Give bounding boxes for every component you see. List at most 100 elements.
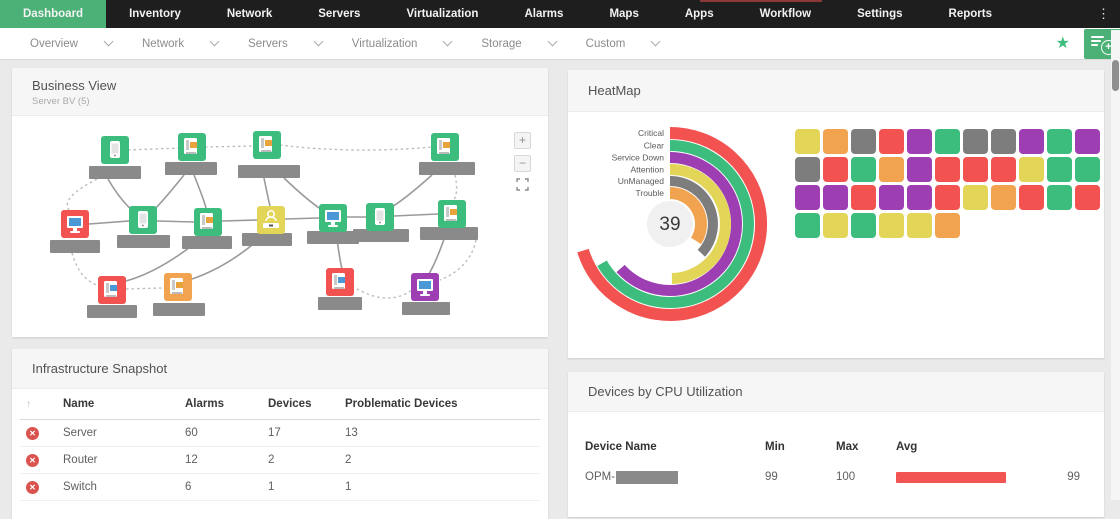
column-header[interactable]: Devices bbox=[268, 398, 345, 410]
chevron-down-icon[interactable] bbox=[547, 37, 557, 47]
subnav-item-network[interactable]: Network bbox=[142, 38, 218, 50]
heatmap-cell-green[interactable] bbox=[1047, 185, 1072, 210]
topology-node-monitor[interactable] bbox=[61, 210, 89, 238]
topology-node-server[interactable] bbox=[98, 276, 126, 304]
heatmap-cell-yellow[interactable] bbox=[879, 213, 904, 238]
page-scrollbar[interactable] bbox=[1111, 30, 1120, 500]
heatmap-cell-green[interactable] bbox=[1075, 157, 1100, 182]
heatmap-cell-red[interactable] bbox=[935, 157, 960, 182]
heatmap-cell-gray[interactable] bbox=[795, 157, 820, 182]
topnav-item-apps[interactable]: Apps bbox=[662, 0, 737, 28]
topology-map[interactable]: + − bbox=[12, 116, 548, 339]
heatmap-cell-red[interactable] bbox=[963, 157, 988, 182]
heatmap-cell-green[interactable] bbox=[1047, 157, 1072, 182]
heatmap-cell-purple[interactable] bbox=[1075, 129, 1100, 154]
heatmap-cell-green[interactable] bbox=[795, 213, 820, 238]
heatmap-cell-red[interactable] bbox=[851, 185, 876, 210]
topnav-item-settings[interactable]: Settings bbox=[834, 0, 925, 28]
chevron-down-icon[interactable] bbox=[103, 37, 113, 47]
topology-node-person[interactable] bbox=[257, 206, 285, 234]
scrollbar-thumb[interactable] bbox=[1112, 60, 1119, 91]
heatmap-cell-yellow[interactable] bbox=[907, 213, 932, 238]
overflow-menu-icon[interactable]: ⋮ bbox=[1087, 0, 1120, 28]
column-header[interactable]: Device Name bbox=[568, 441, 765, 453]
topnav-item-alarms[interactable]: Alarms bbox=[501, 0, 586, 28]
heatmap-cell-red[interactable] bbox=[879, 129, 904, 154]
topnav-item-dashboard[interactable]: Dashboard bbox=[0, 0, 106, 28]
heatmap-cell-orange[interactable] bbox=[991, 185, 1016, 210]
topology-node-monitor[interactable] bbox=[319, 204, 347, 232]
column-header[interactable]: Min bbox=[765, 441, 836, 453]
topnav-item-servers[interactable]: Servers bbox=[295, 0, 383, 28]
zoom-out-button[interactable]: − bbox=[514, 155, 531, 172]
heatmap-cell-gray[interactable] bbox=[963, 129, 988, 154]
topology-node-server[interactable] bbox=[253, 131, 281, 159]
subnav-item-virtualization[interactable]: Virtualization bbox=[352, 38, 452, 50]
heatmap-cell-gray[interactable] bbox=[991, 129, 1016, 154]
chevron-down-icon[interactable] bbox=[313, 37, 323, 47]
subnav-item-servers[interactable]: Servers bbox=[248, 38, 322, 50]
heatmap-cell-yellow[interactable] bbox=[1019, 157, 1044, 182]
chevron-down-icon[interactable] bbox=[210, 37, 220, 47]
topology-node-phone[interactable] bbox=[129, 206, 157, 234]
topnav-item-maps[interactable]: Maps bbox=[586, 0, 661, 28]
topology-node-server[interactable] bbox=[178, 133, 206, 161]
heatmap-cell-red[interactable] bbox=[823, 157, 848, 182]
column-header[interactable]: Problematic Devices bbox=[345, 398, 540, 410]
topnav-item-inventory[interactable]: Inventory bbox=[106, 0, 204, 28]
topology-link bbox=[157, 221, 194, 222]
topology-node-phone[interactable] bbox=[101, 136, 129, 164]
favorite-star-icon[interactable]: ★ bbox=[1056, 34, 1070, 54]
zoom-in-button[interactable]: + bbox=[514, 132, 531, 149]
heatmap-cell-purple[interactable] bbox=[823, 185, 848, 210]
heatmap-cell-orange[interactable] bbox=[823, 129, 848, 154]
heatmap-cell-yellow[interactable] bbox=[795, 129, 820, 154]
table-row[interactable]: ✕ Switch 6 1 1 bbox=[20, 474, 540, 501]
topology-node-monitor[interactable] bbox=[411, 273, 439, 301]
heatmap-cell-purple[interactable] bbox=[795, 185, 820, 210]
heatmap-cell-red[interactable] bbox=[991, 157, 1016, 182]
heatmap-cell-purple[interactable] bbox=[907, 185, 932, 210]
topnav-item-virtualization[interactable]: Virtualization bbox=[383, 0, 501, 28]
sort-icon[interactable]: ↑ bbox=[26, 399, 31, 410]
heatmap-cell-red[interactable] bbox=[935, 185, 960, 210]
heatmap-cell-purple[interactable] bbox=[879, 185, 904, 210]
column-header[interactable]: Name bbox=[63, 398, 185, 410]
heatmap-cell-orange[interactable] bbox=[935, 213, 960, 238]
topology-node-server[interactable] bbox=[194, 208, 222, 236]
heatmap-cell-yellow[interactable] bbox=[823, 213, 848, 238]
subnav-item-custom[interactable]: Custom bbox=[586, 38, 660, 50]
heatmap-grid[interactable] bbox=[795, 129, 1100, 238]
heatmap-cell-red[interactable] bbox=[1019, 185, 1044, 210]
topology-node-server[interactable] bbox=[431, 133, 459, 161]
subnav-item-storage[interactable]: Storage bbox=[481, 38, 555, 50]
heatmap-cell-green[interactable] bbox=[935, 129, 960, 154]
heatmap-cell-purple[interactable] bbox=[907, 129, 932, 154]
topology-node-server[interactable] bbox=[164, 273, 192, 301]
subnav-item-overview[interactable]: Overview bbox=[30, 38, 112, 50]
heatmap-cell-red[interactable] bbox=[1075, 185, 1100, 210]
topology-node-server[interactable] bbox=[438, 200, 466, 228]
chevron-down-icon[interactable] bbox=[443, 37, 453, 47]
table-row[interactable]: ✕ Router 12 2 2 bbox=[20, 447, 540, 474]
topology-node-server[interactable] bbox=[326, 268, 354, 296]
chevron-down-icon[interactable] bbox=[651, 37, 661, 47]
heatmap-cell-orange[interactable] bbox=[879, 157, 904, 182]
heatmap-cell-yellow[interactable] bbox=[963, 185, 988, 210]
heatmap-cell-green[interactable] bbox=[851, 157, 876, 182]
table-row[interactable]: OPM- 99 100 99 bbox=[568, 464, 1104, 490]
topnav-item-workflow[interactable]: Workflow bbox=[737, 0, 835, 28]
topnav-item-reports[interactable]: Reports bbox=[926, 0, 1015, 28]
topology-node-phone[interactable] bbox=[366, 203, 394, 231]
heatmap-cell-purple[interactable] bbox=[907, 157, 932, 182]
heatmap-cell-purple[interactable] bbox=[1019, 129, 1044, 154]
column-header[interactable]: Alarms bbox=[185, 398, 268, 410]
topnav-item-network[interactable]: Network bbox=[204, 0, 295, 28]
column-header[interactable]: Avg bbox=[896, 441, 1104, 453]
table-row[interactable]: ✕ Server 60 17 13 bbox=[20, 420, 540, 447]
column-header[interactable]: Max bbox=[836, 441, 896, 453]
fit-to-screen-button[interactable] bbox=[514, 178, 531, 195]
heatmap-cell-gray[interactable] bbox=[851, 129, 876, 154]
heatmap-cell-green[interactable] bbox=[851, 213, 876, 238]
heatmap-cell-green[interactable] bbox=[1047, 129, 1072, 154]
